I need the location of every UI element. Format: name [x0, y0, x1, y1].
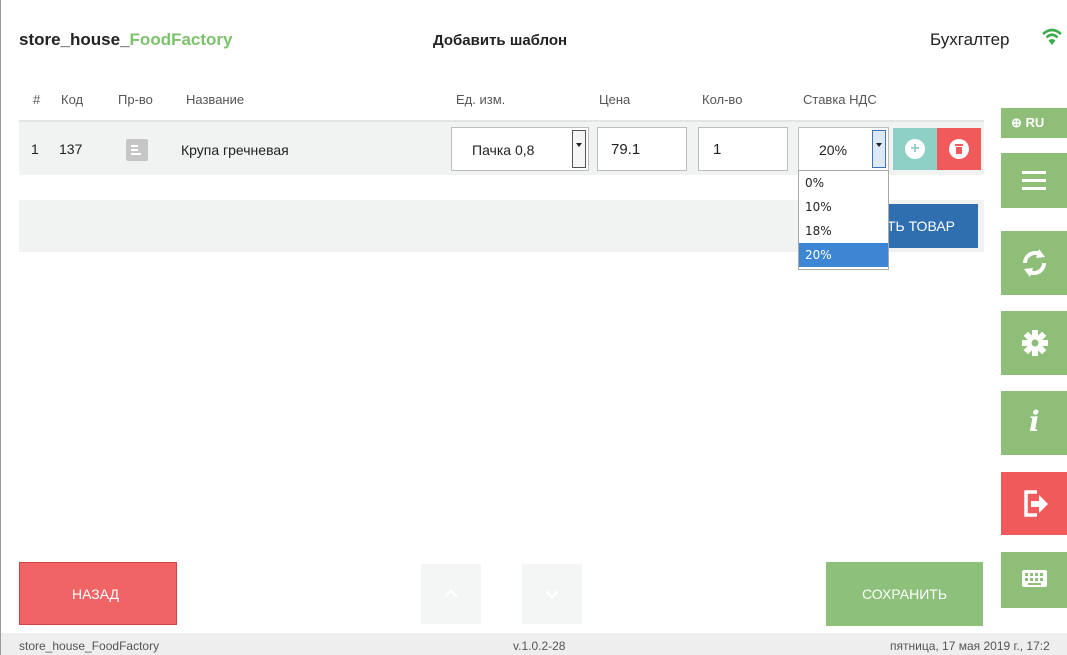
brand-logo: store_house_FoodFactory	[19, 30, 233, 50]
add-item-label: ТЬ ТОВАР	[887, 218, 955, 234]
quantity-value: 1	[713, 141, 722, 158]
row-index: 1	[31, 141, 39, 157]
vat-dropdown-list: 0% 10% 18% 20%	[798, 170, 889, 270]
scroll-down-button[interactable]	[522, 564, 582, 624]
col-header-name: Название	[186, 92, 245, 107]
app-window: store_house_FoodFactory Добавить шаблон …	[0, 0, 1067, 655]
sync-icon	[1023, 249, 1046, 277]
globe-icon: ⊕	[1011, 115, 1022, 130]
quantity-input[interactable]: 1	[698, 127, 788, 171]
vat-option-selected[interactable]: 20%	[799, 243, 888, 267]
plus-icon: +	[905, 139, 925, 159]
status-app-name: store_house_FoodFactory	[19, 639, 160, 653]
scroll-up-button[interactable]	[421, 564, 481, 624]
add-item-button[interactable]: ТЬ ТОВАР	[877, 204, 978, 248]
status-version: v.1.0.2-28	[513, 639, 566, 653]
col-header-code: Код	[61, 92, 84, 107]
table-row: 1 137 Крупа гречневая Пачка 0,8 79.1 1 2…	[19, 120, 984, 175]
brand-highlight: FoodFactory	[129, 30, 233, 49]
vat-option[interactable]: 0%	[799, 171, 888, 195]
back-label: НАЗАД	[72, 586, 120, 602]
production-icon	[126, 139, 148, 161]
back-button[interactable]: НАЗАД	[19, 562, 177, 625]
row-code: 137	[59, 141, 83, 157]
header: store_house_FoodFactory Добавить шаблон …	[1, 0, 1067, 80]
chevron-up-icon	[444, 589, 458, 598]
delete-row-button[interactable]	[937, 128, 981, 170]
wifi-icon	[1042, 28, 1062, 45]
add-row-button[interactable]: +	[893, 128, 937, 170]
info-icon: i	[1029, 405, 1040, 438]
row-name: Крупа гречневая	[181, 142, 289, 158]
language-label: RU	[1025, 115, 1045, 130]
col-header-unit: Ед. изм.	[456, 92, 506, 107]
logout-icon	[1024, 490, 1048, 517]
page-title: Добавить шаблон	[433, 32, 568, 49]
brand-prefix: store_house_	[19, 30, 130, 49]
vat-select-value: 20%	[819, 142, 848, 158]
vat-option[interactable]: 18%	[799, 219, 888, 243]
user-role: Бухгалтер	[930, 30, 1010, 49]
info-button[interactable]: i	[1001, 391, 1067, 455]
vat-option[interactable]: 10%	[799, 195, 888, 219]
chevron-down-icon	[545, 590, 559, 599]
unit-select[interactable]: Пачка 0,8	[451, 127, 589, 171]
price-input[interactable]: 79.1	[597, 127, 687, 171]
menu-button[interactable]	[1001, 153, 1067, 208]
status-bar: store_house_FoodFactory v.1.0.2-28 пятни…	[1, 633, 1067, 655]
col-header-producer: Пр-во	[118, 92, 153, 107]
vat-select[interactable]: 20%	[798, 127, 889, 171]
save-button[interactable]: СОХРАНИТЬ	[826, 562, 983, 626]
unit-select-value: Пачка 0,8	[472, 142, 535, 158]
sync-button[interactable]	[1001, 231, 1067, 295]
keyboard-icon	[1022, 570, 1047, 587]
col-header-price: Цена	[599, 92, 631, 107]
col-header-index: #	[33, 92, 41, 107]
save-label: СОХРАНИТЬ	[861, 586, 948, 602]
settings-button[interactable]	[1001, 311, 1067, 375]
gear-icon	[1022, 330, 1048, 356]
menu-icon	[1022, 171, 1046, 190]
language-button[interactable]: ⊕ RU	[1001, 108, 1067, 138]
col-header-vat: Ставка НДС	[803, 92, 877, 107]
trash-icon	[949, 139, 969, 159]
status-datetime: пятница, 17 мая 2019 г., 17:2	[890, 639, 1050, 653]
col-header-quantity: Кол-во	[702, 92, 743, 107]
keyboard-button[interactable]	[1001, 552, 1067, 608]
chevron-down-icon[interactable]	[572, 130, 586, 168]
price-value: 79.1	[611, 141, 641, 158]
logout-button[interactable]	[1001, 472, 1067, 535]
chevron-down-icon[interactable]	[872, 130, 886, 168]
